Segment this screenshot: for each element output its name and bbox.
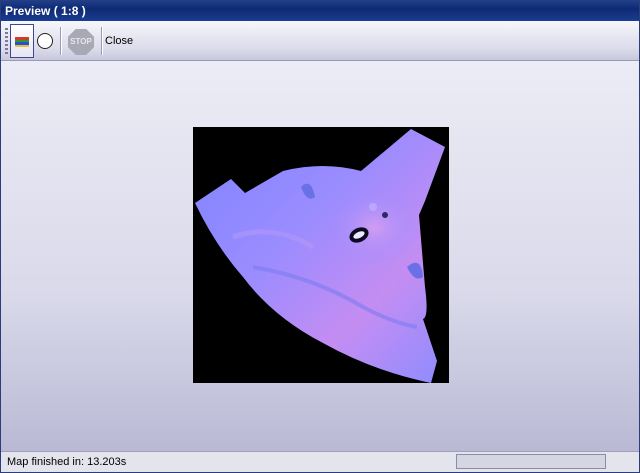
toolbar-separator [101,27,103,55]
color-channels-icon [15,37,29,47]
stop-button[interactable]: STOP [65,24,97,58]
toolbar: STOP Close [1,21,639,61]
normal-map-preview [193,127,449,383]
stop-icon: STOP [68,29,94,55]
circle-icon [37,33,53,49]
status-bar: Map finished in: 13.203s [1,451,639,472]
toolbar-grip[interactable] [5,28,8,54]
toolbar-separator [60,27,62,55]
sphere-preview-button[interactable] [34,24,56,58]
normal-map-image [195,129,445,383]
title-bar: Preview ( 1:8 ) [1,1,639,21]
window-title: Preview ( 1:8 ) [5,4,86,18]
progress-bar [456,454,606,469]
preview-window: Preview ( 1:8 ) STOP Close Map finished … [0,0,640,473]
close-button[interactable]: Close [105,24,145,58]
status-message: Map finished in: 13.203s [7,456,127,468]
preview-area [1,61,639,451]
channel-yellow [15,44,29,47]
channels-button[interactable] [10,24,34,58]
